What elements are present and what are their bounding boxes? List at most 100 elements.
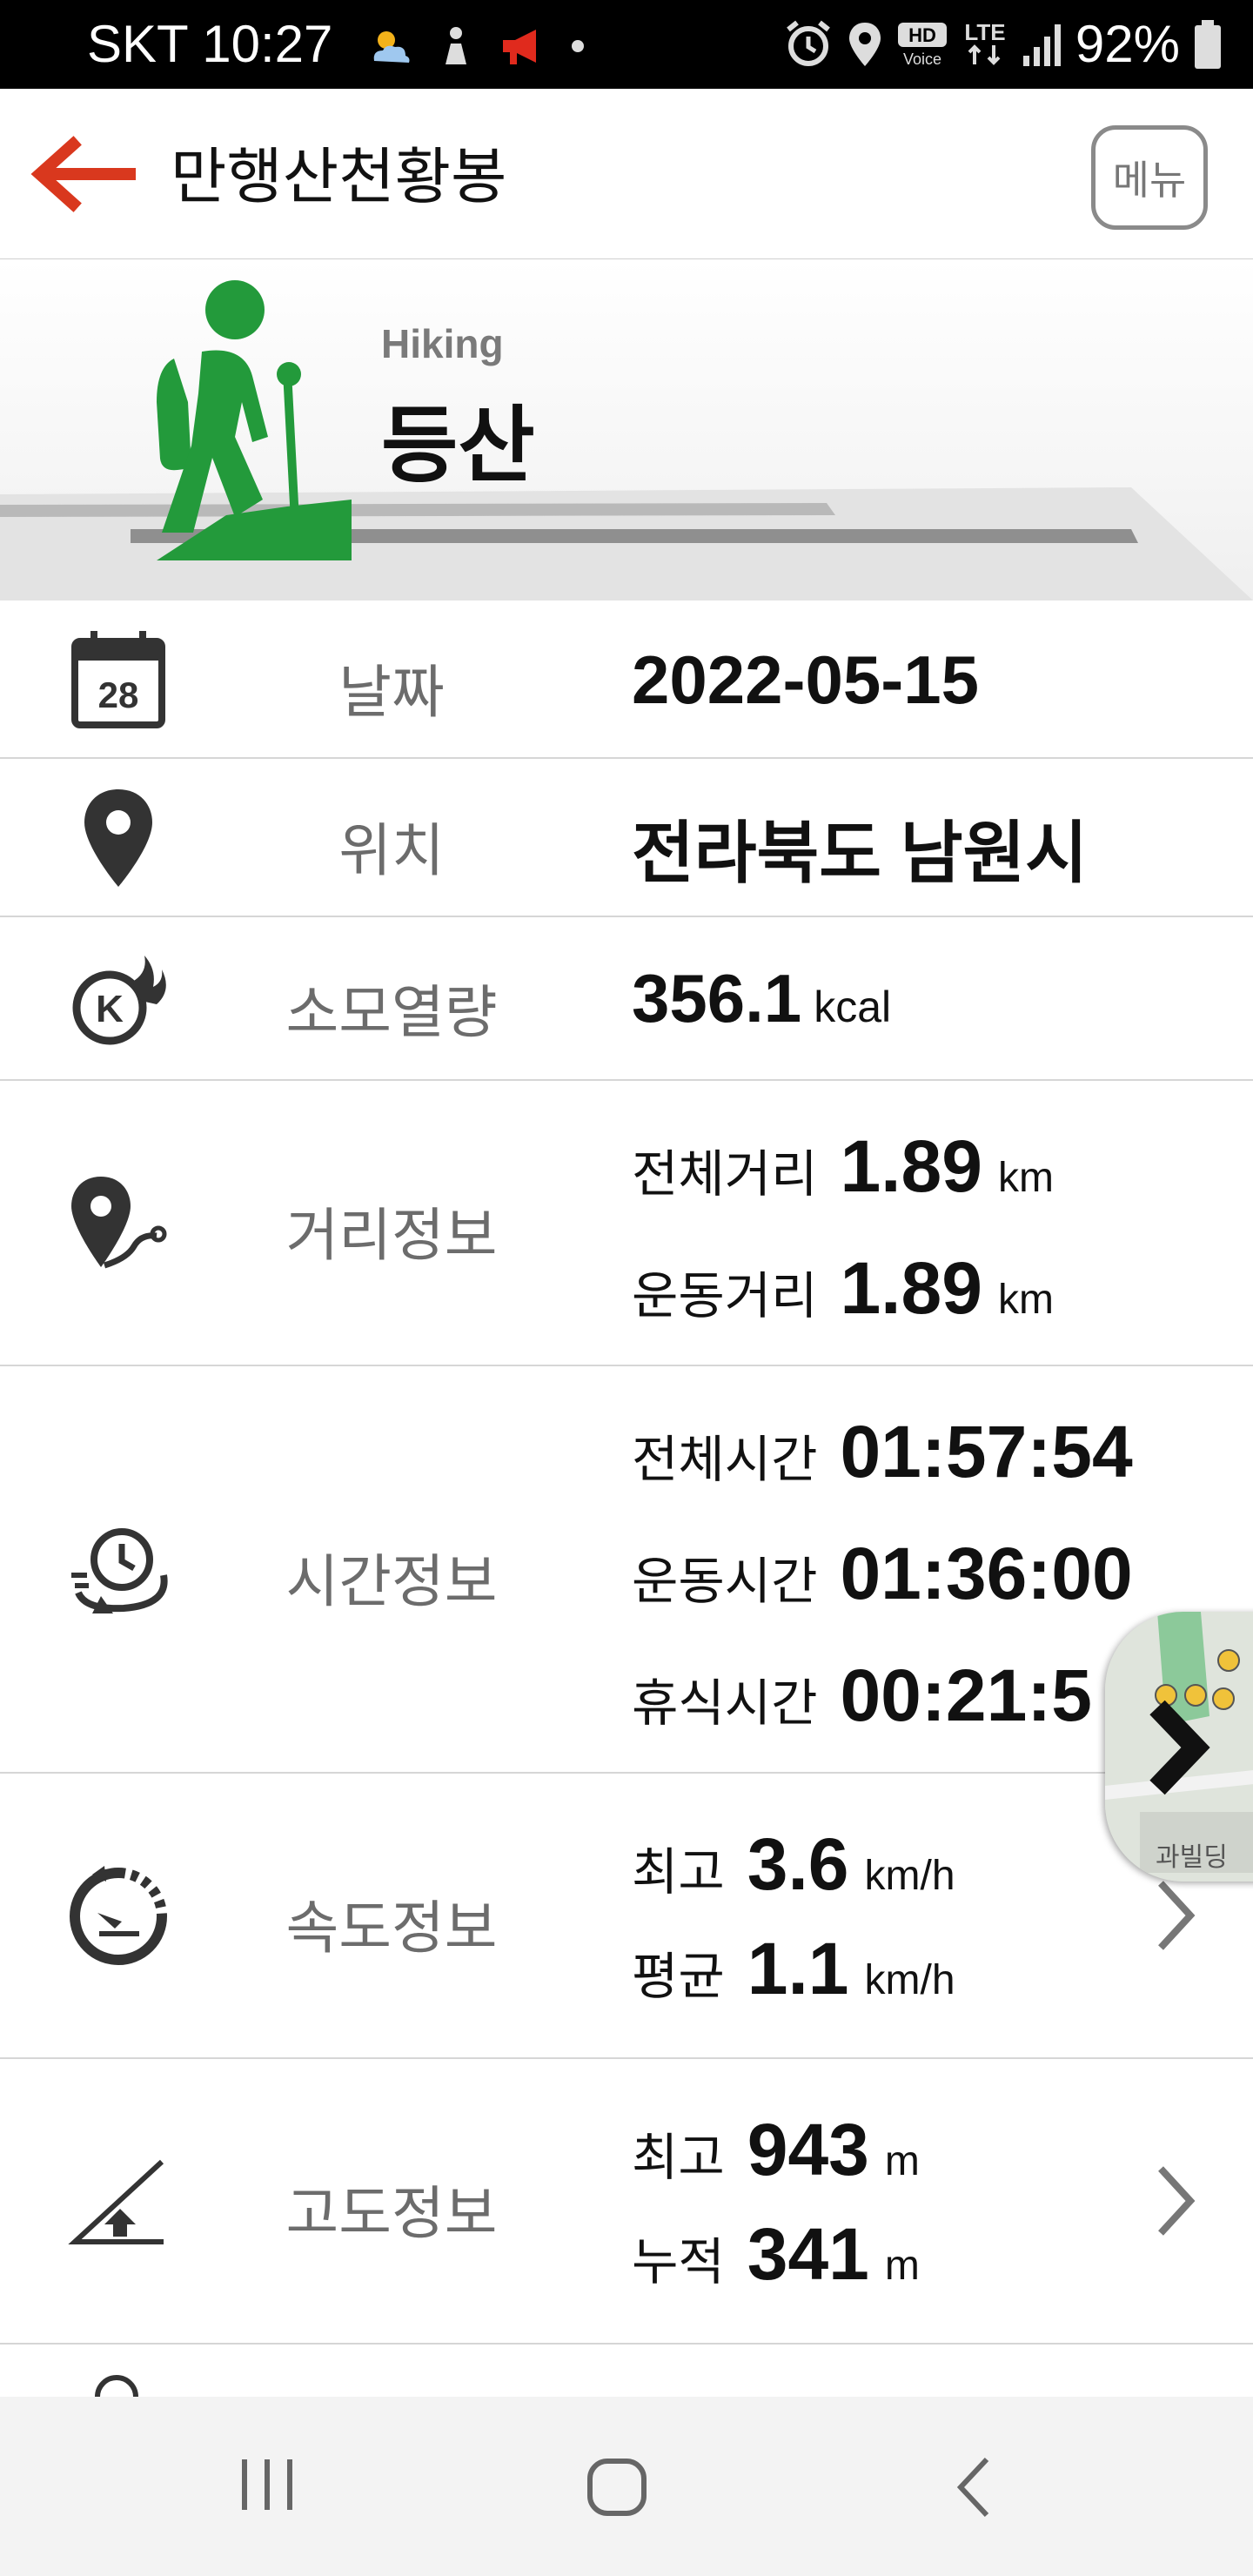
exercise-time-value: 01:36:00 — [840, 1533, 1133, 1614]
svg-text:Voice: Voice — [903, 50, 941, 68]
svg-text:LTE: LTE — [964, 19, 1005, 45]
location-icon — [848, 23, 881, 66]
altitude-chevron-right-icon[interactable] — [1149, 2162, 1201, 2240]
home-button[interactable] — [583, 2452, 653, 2522]
signal-icon — [1022, 24, 1061, 66]
status-icons-right: HD Voice LTE 92% — [783, 14, 1223, 75]
cumulative-altitude-line: 누적 341 m — [632, 2212, 920, 2297]
hiker-icon — [157, 280, 352, 560]
cumulative-altitude-key: 누적 — [632, 2234, 725, 2291]
total-distance-value: 1.89 — [840, 1125, 982, 1207]
total-distance-line: 전체거리 1.89 km — [632, 1124, 1054, 1209]
exercise-time-key: 운동시간 — [632, 1553, 818, 1610]
battery-percent: 92% — [1075, 15, 1180, 73]
cumulative-altitude-unit: m — [884, 2243, 920, 2289]
time-row: 시간정보 전체시간 01:57:54 운동시간 01:36:00 휴식시간 00… — [0, 1366, 1253, 1774]
avg-speed-line: 평균 1.1 km/h — [632, 1927, 955, 2011]
svg-text:K: K — [96, 988, 124, 1030]
calories-label: 소모열량 — [285, 980, 498, 1044]
max-altitude-line: 최고 943 m — [632, 2108, 920, 2192]
battery-icon — [1195, 20, 1221, 69]
next-row-partial — [0, 2345, 1253, 2397]
calories-value: 356.1 kcal — [632, 959, 891, 1038]
megaphone-icon — [503, 30, 536, 64]
distance-label: 거리정보 — [285, 1203, 498, 1267]
max-altitude-unit: m — [884, 2138, 920, 2184]
exercise-distance-unit: km — [997, 1277, 1054, 1323]
time-cycle-icon — [57, 1509, 179, 1631]
menu-button[interactable]: 메뉴 — [1091, 125, 1208, 230]
rest-time-line: 휴식시간 00:21:5 — [632, 1654, 1092, 1738]
avg-speed-value: 1.1 — [747, 1928, 849, 2009]
exercise-distance-value: 1.89 — [840, 1247, 982, 1329]
recent-apps-button[interactable] — [235, 2452, 299, 2517]
max-speed-unit: km/h — [864, 1853, 955, 1899]
calories-row: K 소모열량 356.1 kcal — [0, 917, 1253, 1081]
map-label: 과빌딩 — [1156, 1842, 1228, 1873]
back-button[interactable] — [28, 134, 137, 214]
status-bar: SKT 10:27 HD Voice LTE 92% — [0, 0, 1253, 89]
carrier-time: SKT 10:27 — [87, 15, 333, 73]
partial-row-icon — [95, 2375, 138, 2397]
exercise-distance-key: 운동거리 — [632, 1268, 818, 1325]
location-label: 위치 — [338, 818, 445, 882]
max-speed-value: 3.6 — [747, 1823, 849, 1905]
calories-unit: kcal — [814, 983, 892, 1031]
page-title: 만행산천황봉 — [171, 143, 507, 211]
location-pin-icon — [57, 777, 179, 899]
location-row: 위치 전라북도 남원시 — [0, 759, 1253, 917]
calendar-icon: 28 — [57, 619, 179, 741]
map-thumbnail: 과빌딩 — [1105, 1612, 1253, 1882]
altitude-icon — [57, 2141, 179, 2263]
app-bar: 만행산천황봉 메뉴 — [0, 89, 1253, 269]
hd-voice-icon: HD Voice — [897, 23, 947, 68]
max-speed-key: 최고 — [632, 1844, 725, 1901]
date-row: 28 날짜 2022-05-15 — [0, 600, 1253, 759]
avg-speed-unit: km/h — [864, 1957, 955, 2003]
activity-header: Hiking 등산 — [0, 259, 1253, 600]
calorie-burn-icon: K — [57, 938, 179, 1060]
calendar-day: 28 — [98, 674, 139, 715]
distance-row: 거리정보 전체거리 1.89 km 운동거리 1.89 km — [0, 1081, 1253, 1366]
route-icon — [57, 1163, 179, 1285]
total-distance-key: 전체거리 — [632, 1146, 818, 1203]
avg-speed-key: 평균 — [632, 1949, 725, 2005]
back-nav-button[interactable] — [948, 2452, 1001, 2522]
altitude-label: 고도정보 — [285, 2181, 498, 2245]
altitude-row[interactable]: 고도정보 최고 943 m 누적 341 m — [0, 2059, 1253, 2345]
rest-time-value: 00:21:5 — [840, 1654, 1092, 1736]
activity-korean: 등산 — [381, 399, 535, 493]
weather-icon — [373, 31, 410, 63]
total-time-line: 전체시간 01:57:54 — [632, 1410, 1133, 1494]
total-time-value: 01:57:54 — [840, 1411, 1133, 1493]
date-value: 2022-05-15 — [632, 641, 979, 718]
total-distance-unit: km — [997, 1155, 1054, 1201]
speed-label: 속도정보 — [285, 1895, 498, 1960]
speed-chevron-right-icon[interactable] — [1149, 1876, 1201, 1955]
total-time-key: 전체시간 — [632, 1432, 818, 1488]
lte-icon: LTE — [964, 19, 1006, 65]
calories-number: 356.1 — [632, 960, 802, 1036]
status-icons-left — [365, 16, 586, 77]
max-altitude-key: 최고 — [632, 2130, 725, 2186]
max-altitude-value: 943 — [747, 2109, 869, 2190]
svg-text:HD: HD — [908, 24, 936, 46]
max-speed-line: 최고 3.6 km/h — [632, 1822, 955, 1907]
dot-icon — [572, 40, 584, 52]
map-view-button[interactable]: 과빌딩 — [1105, 1612, 1253, 1882]
location-value: 전라북도 남원시 — [632, 815, 1088, 891]
date-label: 날짜 — [338, 660, 445, 724]
alarm-icon — [787, 20, 830, 66]
activity-english: Hiking — [381, 321, 504, 366]
exercise-distance-line: 운동거리 1.89 km — [632, 1246, 1054, 1331]
exercise-time-line: 운동시간 01:36:00 — [632, 1532, 1133, 1616]
speedometer-icon — [57, 1855, 179, 1977]
time-label: 시간정보 — [285, 1549, 498, 1613]
cumulative-altitude-value: 341 — [747, 2213, 869, 2295]
app-icon — [446, 27, 466, 64]
speed-row[interactable]: 속도정보 최고 3.6 km/h 평균 1.1 km/h — [0, 1774, 1253, 2059]
rest-time-key: 휴식시간 — [632, 1675, 818, 1732]
back-arrow-icon — [30, 136, 137, 212]
system-nav-bar — [0, 2397, 1253, 2576]
record-detail-list: 28 날짜 2022-05-15 위치 전라북도 남원시 K 소모열량 356.… — [0, 600, 1253, 2397]
